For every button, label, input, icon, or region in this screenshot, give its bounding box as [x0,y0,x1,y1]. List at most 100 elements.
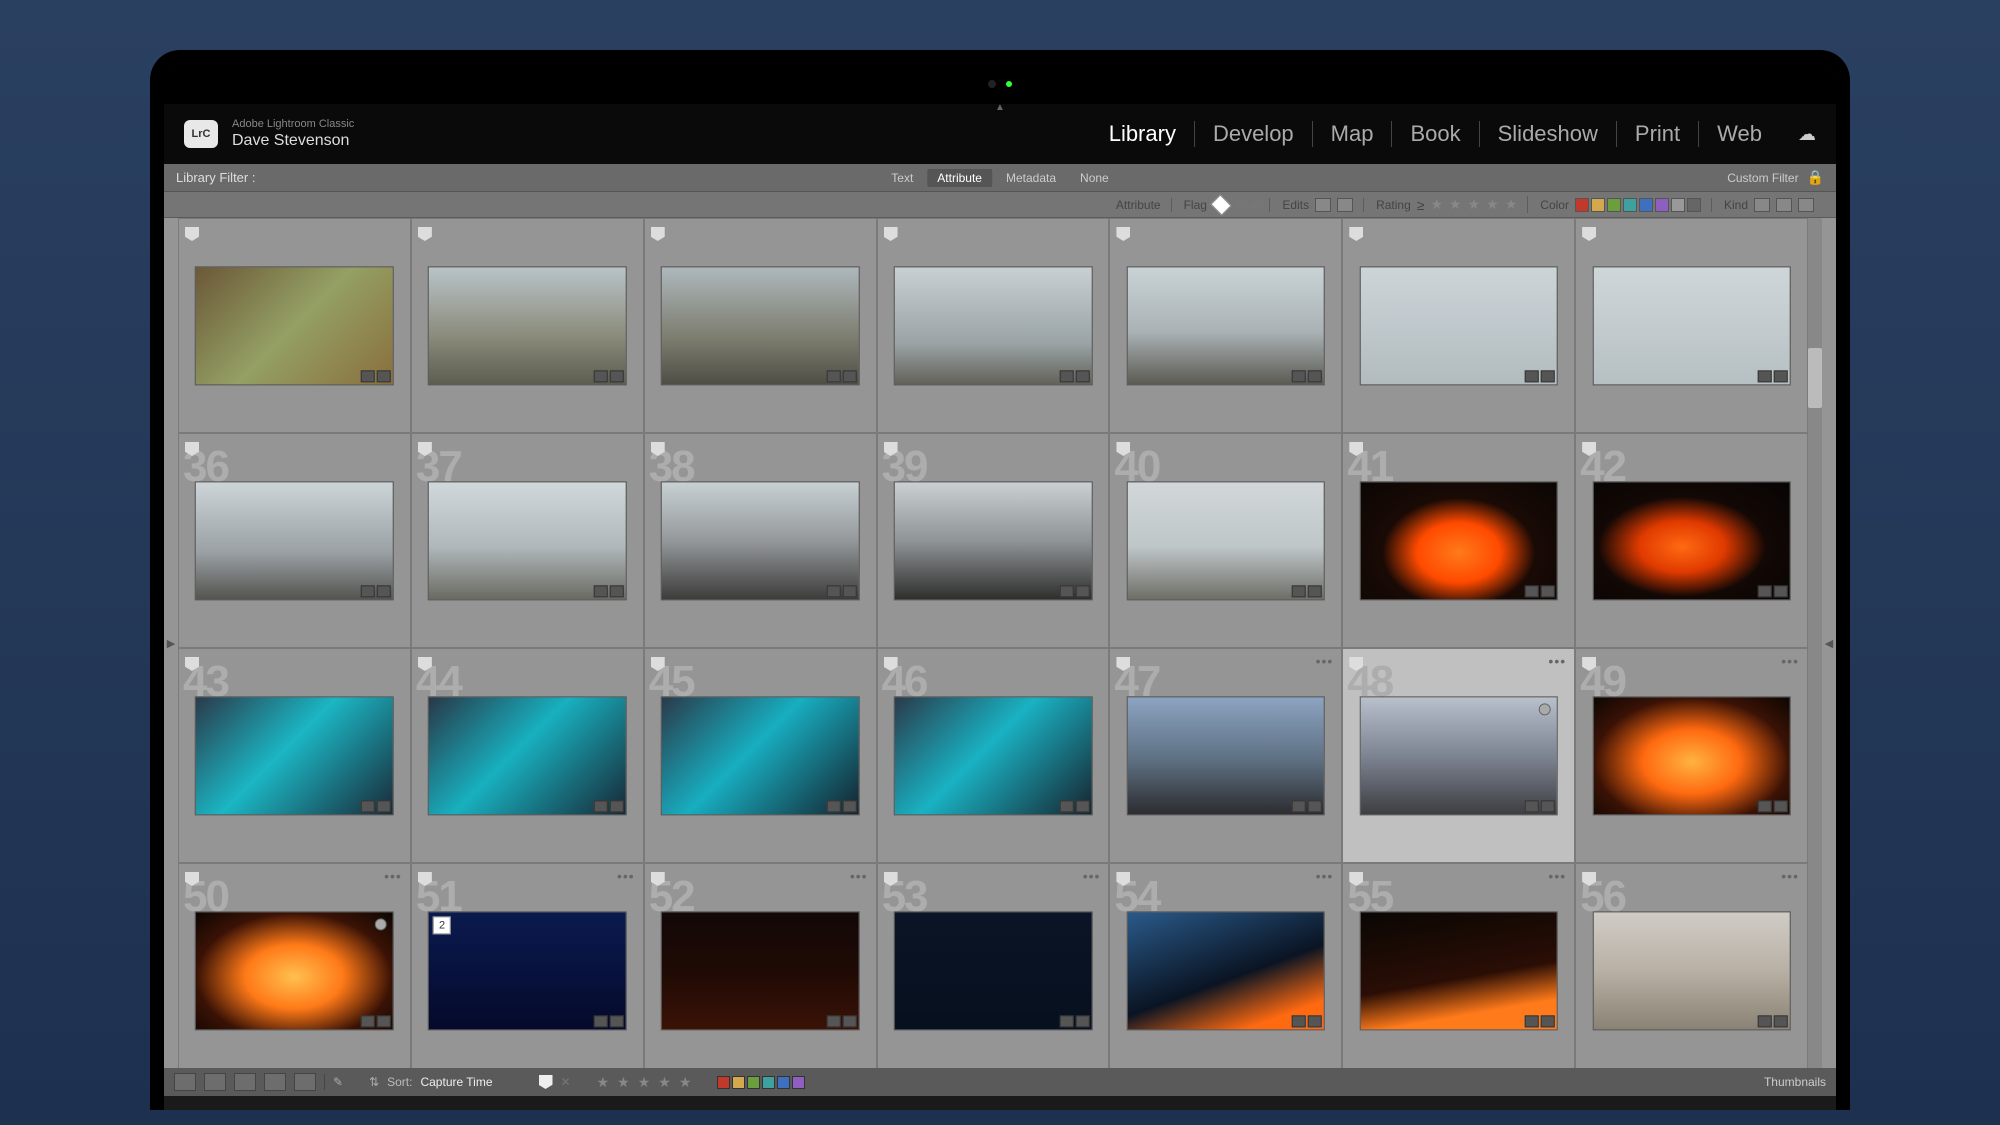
cell-menu-icon[interactable]: ••• [1316,868,1334,884]
badge-icon[interactable] [361,800,375,812]
badge-icon[interactable] [594,585,608,597]
badge-icon[interactable] [1059,1015,1073,1027]
thumbnail-cell[interactable]: 49••• [1575,648,1808,863]
thumbnail-cell[interactable]: 43 [178,648,411,863]
flag-mark-icon[interactable] [185,227,199,241]
left-panel-toggle[interactable]: ▶ [164,218,178,1068]
expand-arrow-icon[interactable]: ▲ [995,102,1005,113]
module-develop[interactable]: Develop [1195,121,1313,147]
color-swatch-4[interactable] [1639,198,1653,212]
thumbnail-image[interactable] [1359,481,1558,600]
lock-icon[interactable]: 🔒 [1807,169,1824,186]
badge-icon[interactable] [1774,585,1788,597]
thumbnail-cell[interactable]: 37 [411,433,644,648]
rating-star-3[interactable]: ★ [1468,196,1481,213]
module-print[interactable]: Print [1617,121,1699,147]
badge-icon[interactable] [594,1015,608,1027]
thumbnail-cell[interactable] [1109,218,1342,433]
kind-video-icon[interactable] [1798,198,1814,212]
loupe-view-button[interactable] [204,1073,226,1091]
thumbnail-cell[interactable] [1342,218,1575,433]
cell-menu-icon[interactable]: ••• [617,868,635,884]
cell-menu-icon[interactable]: ••• [1316,653,1334,669]
thumbnail-image[interactable] [661,481,860,600]
thumbnail-cell[interactable]: 52••• [644,863,877,1068]
painter-icon[interactable]: ✎ [333,1075,343,1089]
badge-icon[interactable] [1758,800,1772,812]
toolbar-star-2[interactable]: ★ [617,1074,630,1091]
toolbar-star-4[interactable]: ★ [658,1074,671,1091]
thumbnail-cell[interactable]: 55••• [1342,863,1575,1068]
badge-icon[interactable] [826,800,840,812]
color-swatch-5[interactable] [1655,198,1669,212]
thumbnail-image[interactable] [1592,481,1791,600]
flag-mark-icon[interactable] [651,227,665,241]
badge-icon[interactable] [1059,800,1073,812]
badge-icon[interactable] [1292,800,1306,812]
filter-tab-attribute[interactable]: Attribute [927,169,992,187]
thumbnail-cell[interactable]: 39 [877,433,1110,648]
badge-icon[interactable] [377,585,391,597]
module-book[interactable]: Book [1392,121,1479,147]
thumbnail-image[interactable] [195,696,394,815]
thumbnail-cell[interactable]: 53••• [877,863,1110,1068]
badge-icon[interactable] [1774,370,1788,382]
thumbnail-cell[interactable]: 50••• [178,863,411,1068]
kind-virtual-icon[interactable] [1776,198,1792,212]
stack-count-badge[interactable]: 2 [433,916,451,934]
rating-star-2[interactable]: ★ [1449,196,1462,213]
thumbnail-image[interactable] [894,481,1093,600]
color-swatch-2[interactable] [1607,198,1621,212]
thumbnail-image[interactable] [1359,911,1558,1030]
rating-op[interactable]: ≥ [1417,197,1425,213]
cell-menu-icon[interactable]: ••• [1083,868,1101,884]
thumbnail-image[interactable] [195,266,394,385]
badge-icon[interactable] [1541,1015,1555,1027]
badge-icon[interactable] [1525,1015,1539,1027]
badge-icon[interactable] [1075,370,1089,382]
cell-menu-icon[interactable]: ••• [384,868,402,884]
thumbnail-cell[interactable]: 36 [178,433,411,648]
flag-mark-icon[interactable] [418,227,432,241]
badge-icon[interactable] [1308,1015,1322,1027]
thumbnail-image[interactable] [195,911,394,1030]
color-swatch-3[interactable] [1623,198,1637,212]
badge-icon[interactable] [1308,800,1322,812]
cell-menu-icon[interactable]: ••• [1781,653,1799,669]
badge-icon[interactable] [1075,585,1089,597]
custom-filter-button[interactable]: Custom Filter [1727,171,1798,185]
toolbar-color-5[interactable] [792,1076,805,1089]
badge-icon[interactable] [1541,370,1555,382]
cloud-sync-icon[interactable]: ☁ [1798,124,1816,145]
grid-view-button[interactable] [174,1073,196,1091]
badge-icon[interactable] [1075,1015,1089,1027]
badge-icon[interactable] [842,1015,856,1027]
toolbar-color-3[interactable] [762,1076,775,1089]
people-view-button[interactable] [294,1073,316,1091]
quick-collection-icon[interactable] [375,918,387,930]
thumbnail-image[interactable] [1592,911,1791,1030]
toolbar-color-2[interactable] [747,1076,760,1089]
thumbnail-cell[interactable]: 48••• [1342,648,1575,863]
badge-icon[interactable] [1758,370,1772,382]
sort-direction-icon[interactable]: ⇅ [369,1075,379,1089]
thumbnail-cell[interactable]: 38 [644,433,877,648]
badge-icon[interactable] [826,585,840,597]
cell-menu-icon[interactable]: ••• [1781,868,1799,884]
badge-icon[interactable] [1758,585,1772,597]
module-web[interactable]: Web [1699,121,1780,147]
thumbnail-image[interactable] [661,911,860,1030]
filter-tab-none[interactable]: None [1070,169,1119,187]
cell-menu-icon[interactable]: ••• [1548,868,1566,884]
thumbnail-image[interactable] [894,696,1093,815]
thumbnail-cell[interactable]: 44 [411,648,644,863]
thumbnail-cell[interactable]: 51•••2 [411,863,644,1068]
badge-icon[interactable] [1059,370,1073,382]
badge-icon[interactable] [1059,585,1073,597]
rating-star-4[interactable]: ★ [1486,196,1499,213]
thumbnail-cell[interactable] [1575,218,1808,433]
survey-view-button[interactable] [264,1073,286,1091]
flag-mark-icon[interactable] [1582,227,1596,241]
thumbnail-image[interactable] [1127,266,1326,385]
badge-icon[interactable] [1774,800,1788,812]
